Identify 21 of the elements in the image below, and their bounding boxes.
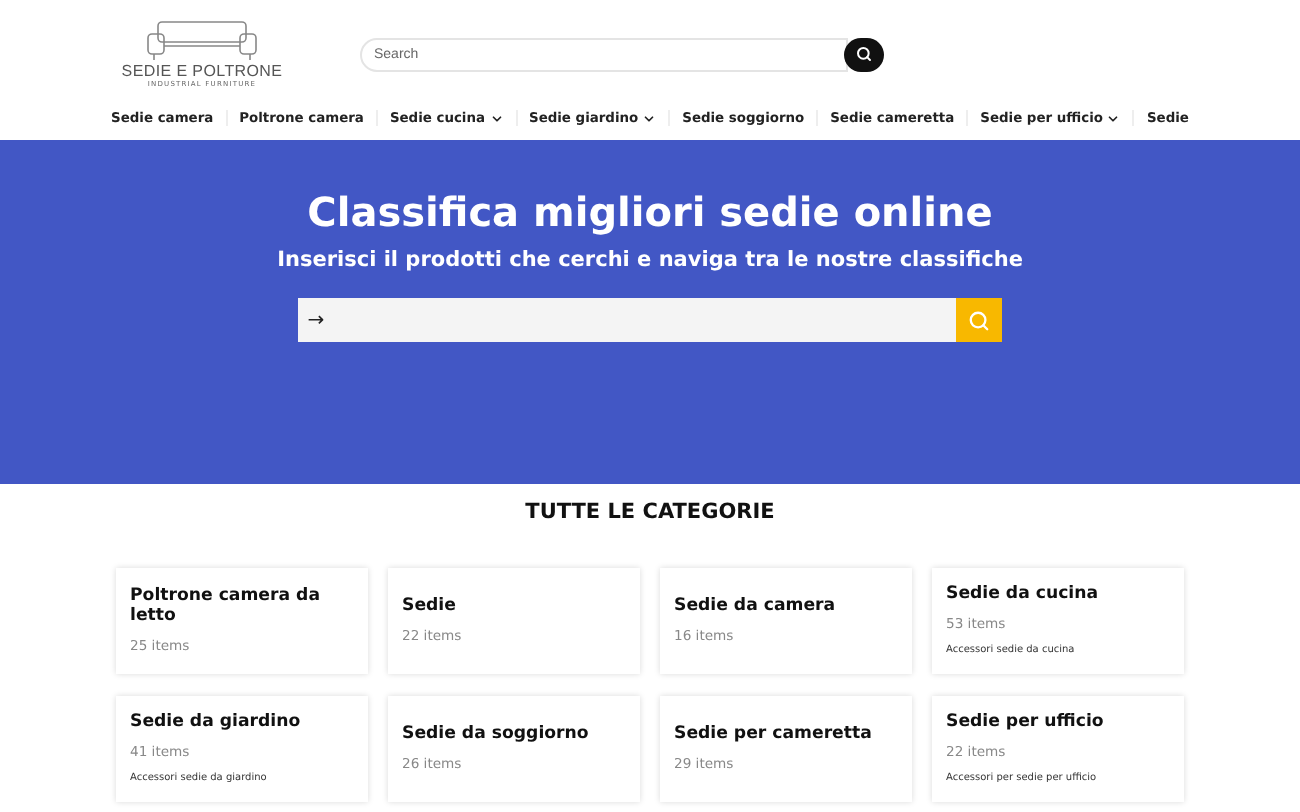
chevron-down-icon bbox=[489, 111, 503, 125]
category-name: Sedie da cucina bbox=[946, 585, 1101, 605]
category-name: Sedie da giardino bbox=[130, 713, 303, 733]
category-name: Sedie da camera bbox=[674, 597, 838, 617]
chevron-down-icon bbox=[642, 111, 657, 125]
category-name: Sedie da soggiorno bbox=[402, 725, 591, 745]
category-name: Poltrone camera da letto bbox=[130, 588, 322, 626]
category-name: Sedie per cameretta bbox=[674, 725, 874, 745]
search-button[interactable] bbox=[844, 37, 884, 71]
hero-title: Classifica migliori sedie online bbox=[307, 188, 993, 236]
search-icon bbox=[856, 46, 872, 62]
hero-subtitle: Inserisci il prodotti che cerchi e naviga tra le nostre classifiche bbox=[277, 248, 1023, 272]
logo-title: SEDIE E POLTRONE bbox=[121, 61, 283, 79]
arrow-icon: → bbox=[298, 298, 334, 342]
sofa-icon bbox=[142, 17, 262, 61]
chevron-down-icon bbox=[1106, 111, 1121, 125]
section-title: TUTTE LE CATEGORIE bbox=[523, 500, 777, 524]
category-name: Sedie per ufficio bbox=[946, 713, 1106, 733]
product-search-field[interactable]: → bbox=[298, 298, 1002, 342]
search-icon bbox=[968, 309, 990, 331]
category-name: Sedie bbox=[402, 597, 458, 617]
